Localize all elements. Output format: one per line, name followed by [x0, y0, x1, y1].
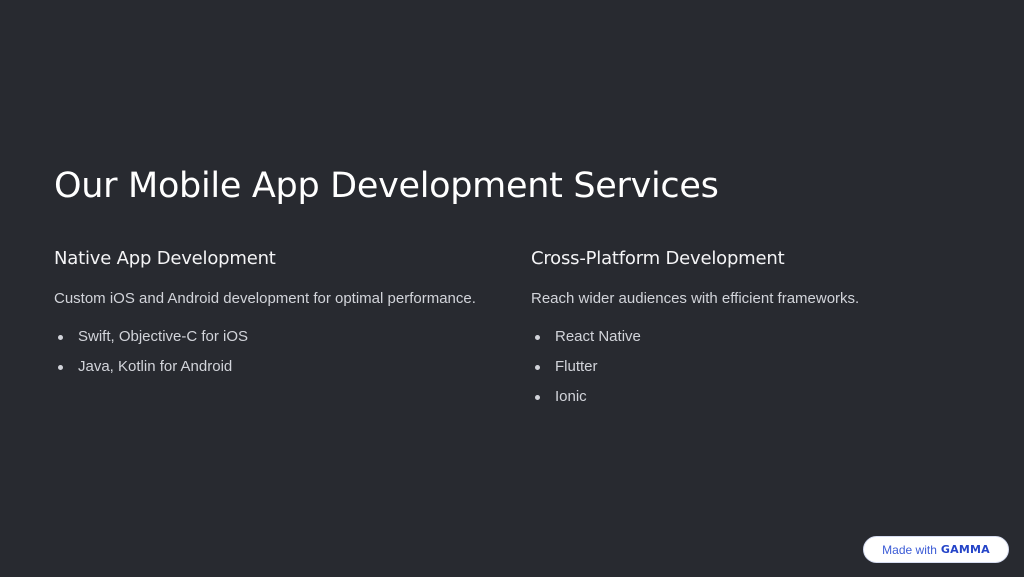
bullet-dot-icon [58, 335, 63, 340]
cross-platform-column: Cross-Platform Development Reach wider a… [531, 244, 991, 405]
list-item-text: Swift, Objective-C for iOS [78, 328, 249, 345]
list-item-text: Java, Kotlin for Android [78, 358, 233, 375]
made-with-gamma-badge[interactable]: Made with GAMMA [863, 536, 1009, 563]
bullet-list: Swift, Objective-C for iOS Java, Kotlin … [54, 326, 248, 386]
native-app-column: Native App Development Custom iOS and An… [54, 244, 514, 375]
list-item: Flutter [531, 356, 641, 386]
column-heading: Cross-Platform Development [531, 248, 785, 269]
list-item: Ionic [531, 386, 641, 416]
gamma-logo: GAMMA [940, 543, 990, 556]
column-description: Custom iOS and Android development for o… [54, 290, 476, 307]
column-description: Reach wider audiences with efficient fra… [531, 290, 860, 307]
bullet-dot-icon [535, 335, 540, 340]
slide: Our Mobile App Development Services Nati… [0, 0, 1024, 577]
slide-title: Our Mobile App Development Services [54, 166, 719, 206]
bullet-list: React Native Flutter Ionic [531, 326, 641, 416]
list-item-text: Flutter [555, 358, 598, 375]
list-item-text: React Native [555, 328, 641, 345]
list-item: Java, Kotlin for Android [54, 356, 248, 386]
column-heading: Native App Development [54, 248, 276, 269]
list-item: Swift, Objective-C for iOS [54, 326, 248, 356]
list-item-text: Ionic [555, 388, 587, 405]
list-item: React Native [531, 326, 641, 356]
made-with-label: Made with [882, 542, 937, 557]
bullet-dot-icon [535, 395, 540, 400]
bullet-dot-icon [535, 365, 540, 370]
bullet-dot-icon [58, 365, 63, 370]
